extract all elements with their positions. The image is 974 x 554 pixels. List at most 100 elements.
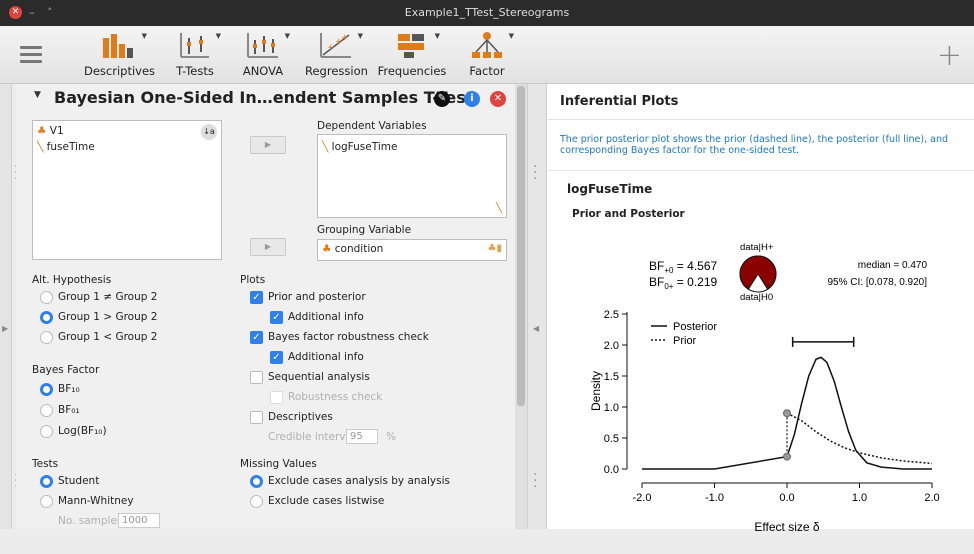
x-tick-label: 2.0 (924, 492, 939, 504)
percent-label: % (386, 431, 396, 443)
radio-mann-whitney[interactable] (40, 495, 53, 508)
radio-label: Mann-Whitney (58, 495, 134, 507)
plot-axes: 0.0 0.5 1.0 1.5 2.0 2.5 -2.0 -1.0 0.0 1.0 2.0 (604, 309, 940, 504)
grouping-variable-box[interactable]: ♣ condition ♣▮ (317, 239, 507, 261)
list-item[interactable]: ╲ logFuseTime (322, 141, 397, 153)
variable-heading: logFuseTime (567, 182, 653, 196)
additional-info-checkbox[interactable]: ✓ (270, 311, 283, 324)
list-item[interactable]: ╲ fuseTime (37, 141, 95, 153)
descriptives-checkbox[interactable] (250, 411, 263, 424)
anova-icon: ▼ (246, 30, 290, 60)
checkbox-label: Robustness check (288, 391, 383, 403)
tests-label: Tests (32, 458, 59, 470)
expand-left-icon[interactable]: ▶ (2, 324, 8, 333)
ci-text: 95% CI: [0.078, 0.920] (827, 277, 927, 288)
radio-log-bf10[interactable] (40, 425, 53, 438)
ribbon-toolbar: ▼ Descriptives ▼ T-Tests ▼ ANOVA + + + ▼ R… (0, 26, 974, 84)
t-tests-icon: ▼ (179, 30, 221, 60)
y-tick-label: 2.0 (604, 340, 619, 352)
assign-grouping-button[interactable]: ▶ (250, 238, 286, 256)
radio-group1-gt-group2[interactable] (40, 311, 53, 324)
y-axis-label: Density (589, 371, 603, 411)
list-item[interactable]: ♣ condition (322, 243, 383, 255)
source-variables-list[interactable]: ♣ V1 ╲ fuseTime ↓a (32, 120, 222, 260)
prior-posterior-plot: BF+0 = 4.567 BF0+ = 0.219 data|H+ data|H… (589, 242, 940, 534)
factor-icon: ▼ (470, 30, 514, 60)
robustness-check-checkbox[interactable] (270, 391, 283, 404)
frequencies-button[interactable]: ▼ Frequencies (377, 30, 447, 78)
scale-type-icon: ╲ (495, 203, 502, 214)
radio-group1-neq-group2[interactable] (40, 291, 53, 304)
checkbox-label: Additional info (288, 351, 364, 363)
results-pane: Inferential Plots The prior posterior pl… (547, 84, 974, 534)
info-icon[interactable]: i (464, 91, 480, 107)
y-tick-label: 0.0 (604, 464, 619, 476)
radio-bf01[interactable] (40, 404, 53, 417)
menu-icon[interactable] (20, 46, 42, 67)
radio-label: Exclude cases analysis by analysis (268, 475, 450, 487)
close-analysis-icon[interactable]: ✕ (490, 91, 506, 107)
radio-bf10[interactable] (40, 383, 53, 396)
radio-label: Log(BF₁₀) (58, 425, 107, 437)
radio-label: Exclude cases listwise (268, 495, 385, 507)
bf-plus0-text: BF+0 = 4.567 (649, 259, 718, 275)
factor-button[interactable]: ▼ Factor (462, 30, 514, 78)
add-module-button[interactable]: + (937, 38, 962, 73)
t-tests-button[interactable]: ▼ T-Tests (170, 30, 221, 78)
samples-input[interactable]: 1000 (118, 513, 160, 528)
scrollbar-thumb[interactable] (517, 86, 525, 406)
collapse-left-icon[interactable]: ◀ (533, 324, 539, 333)
x-axis-label: Effect size δ (754, 520, 819, 534)
additional-info-robustness-checkbox[interactable]: ✓ (270, 351, 283, 364)
data-panel-splitter[interactable]: ▶ (0, 84, 12, 529)
radio-exclude-listwise[interactable] (250, 495, 263, 508)
pane-splitter[interactable]: · · · ◀ · · · (527, 84, 547, 529)
regression-button[interactable]: + + + ▼ Regression (305, 30, 368, 78)
svg-text:+: + (327, 43, 335, 53)
alt-hypothesis-label: Alt. Hypothesis (32, 274, 112, 286)
checkbox-label: Additional info (288, 311, 364, 323)
radio-label: Group 1 > Group 2 (58, 311, 158, 323)
prior-posterior-checkbox[interactable]: ✓ (250, 291, 263, 304)
radio-group1-lt-group2[interactable] (40, 331, 53, 344)
window-titlebar: ✕ – ˄ Example1_TTest_Stereograms (0, 0, 974, 26)
edit-title-icon[interactable]: ✎ (434, 91, 450, 107)
pie-top-label: data|H+ (740, 242, 774, 253)
radio-label: Group 1 < Group 2 (58, 331, 158, 343)
results-description: The prior posterior plot shows the prior… (560, 134, 949, 156)
assign-dependent-button[interactable]: ▶ (250, 136, 286, 154)
sort-icon[interactable]: ↓a (201, 124, 217, 140)
analysis-title[interactable]: Bayesian One-Sided In…endent Samples T-T… (54, 88, 473, 107)
pie-bottom-label: data|H0 (740, 292, 773, 303)
credible-interval-input[interactable]: 95 (346, 429, 378, 444)
bayes-factor-label: Bayes Factor (32, 364, 100, 376)
prior-line (786, 412, 933, 465)
sequential-analysis-checkbox[interactable] (250, 371, 263, 384)
options-scrollbar[interactable] (515, 84, 527, 529)
analysis-panel: ▼ Bayesian One-Sided In…endent Samples T… (16, 84, 515, 529)
descriptives-button[interactable]: ▼ Descriptives (84, 30, 155, 78)
anova-button[interactable]: ▼ ANOVA (238, 30, 290, 78)
radio-student[interactable] (40, 475, 53, 488)
missing-values-label: Missing Values (240, 458, 317, 470)
y-tick-label: 1.5 (604, 371, 619, 383)
x-tick-label: 1.0 (852, 492, 867, 504)
dependent-variables-label: Dependent Variables (317, 120, 427, 132)
x-tick-label: 0.0 (779, 492, 794, 504)
checkbox-label: Prior and posterior (268, 291, 366, 303)
radio-label: Student (58, 475, 100, 487)
scale-variable-icon: ╲ (37, 141, 44, 153)
checkbox-label: Sequential analysis (268, 371, 370, 383)
radio-label: BF₁₀ (58, 383, 80, 395)
robustness-checkbox[interactable]: ✓ (250, 331, 263, 344)
drag-handle-icon[interactable]: ··· (533, 160, 537, 186)
radio-exclude-analysis[interactable] (250, 475, 263, 488)
checkbox-label: Bayes factor robustness check (268, 331, 429, 343)
drag-handle-icon[interactable]: ··· (533, 468, 537, 494)
y-tick-label: 1.0 (604, 402, 619, 414)
list-item[interactable]: ♣ V1 (37, 125, 64, 137)
radio-label: BF₀₁ (58, 404, 80, 416)
dependent-variables-box[interactable]: ╲ logFuseTime ╲ (317, 134, 507, 218)
collapse-icon[interactable]: ▼ (34, 90, 41, 100)
window-title: Example1_TTest_Stereograms (404, 6, 570, 19)
